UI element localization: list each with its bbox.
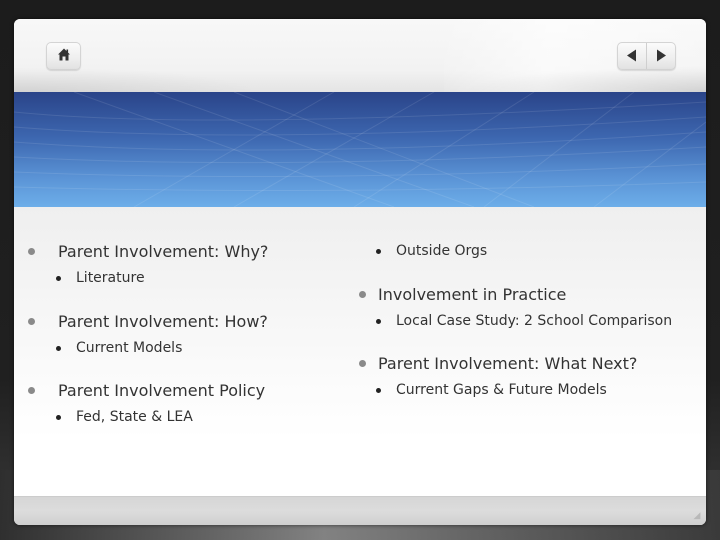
sub-bullet-icon <box>56 346 61 351</box>
sub-bullet-text: Current Gaps & Future Models <box>396 382 607 398</box>
sub-bullet-text: Literature <box>76 270 145 286</box>
slide: Parent Involvement: Why? Literature Pare… <box>14 19 706 525</box>
banner-grid-pattern <box>14 92 706 207</box>
slide-navigation <box>617 42 676 70</box>
triangle-right-icon <box>656 47 666 66</box>
resize-grip-icon[interactable]: ◢ <box>692 511 702 521</box>
bullet-text: Parent Involvement: How? <box>58 312 268 331</box>
bullet-icon <box>28 318 35 325</box>
sub-bullet-icon <box>376 388 381 393</box>
slide-content: Parent Involvement: Why? Literature Pare… <box>14 207 706 522</box>
bullet-icon <box>28 248 35 255</box>
triangle-left-icon <box>627 47 637 66</box>
bullet-text: Parent Involvement: What Next? <box>378 354 638 373</box>
bullet-icon <box>359 291 366 298</box>
bullet-text: Parent Involvement: Why? <box>58 242 269 261</box>
sub-bullet-text: Current Models <box>76 340 183 356</box>
home-button[interactable] <box>46 42 81 70</box>
sub-bullet-text: Fed, State & LEA <box>76 409 193 425</box>
previous-slide-button[interactable] <box>618 43 646 69</box>
sub-bullet-icon <box>56 415 61 420</box>
bullet-icon <box>28 387 35 394</box>
bullet-text: Parent Involvement Policy <box>58 381 266 400</box>
slide-header <box>14 19 706 92</box>
header-sheen <box>444 19 706 92</box>
bullet-icon <box>359 360 366 367</box>
sub-bullet-icon <box>56 276 61 281</box>
sub-bullet-text: Local Case Study: 2 School Comparison <box>396 313 673 329</box>
slide-footer: ◢ <box>14 496 706 525</box>
sub-bullet-text: Outside Orgs <box>396 243 488 259</box>
home-icon <box>57 47 71 66</box>
next-slide-button[interactable] <box>646 43 675 69</box>
bullet-text: Involvement in Practice <box>378 285 567 304</box>
sub-bullet-icon <box>376 249 381 254</box>
sub-bullet-icon <box>376 319 381 324</box>
title-banner <box>14 92 706 207</box>
